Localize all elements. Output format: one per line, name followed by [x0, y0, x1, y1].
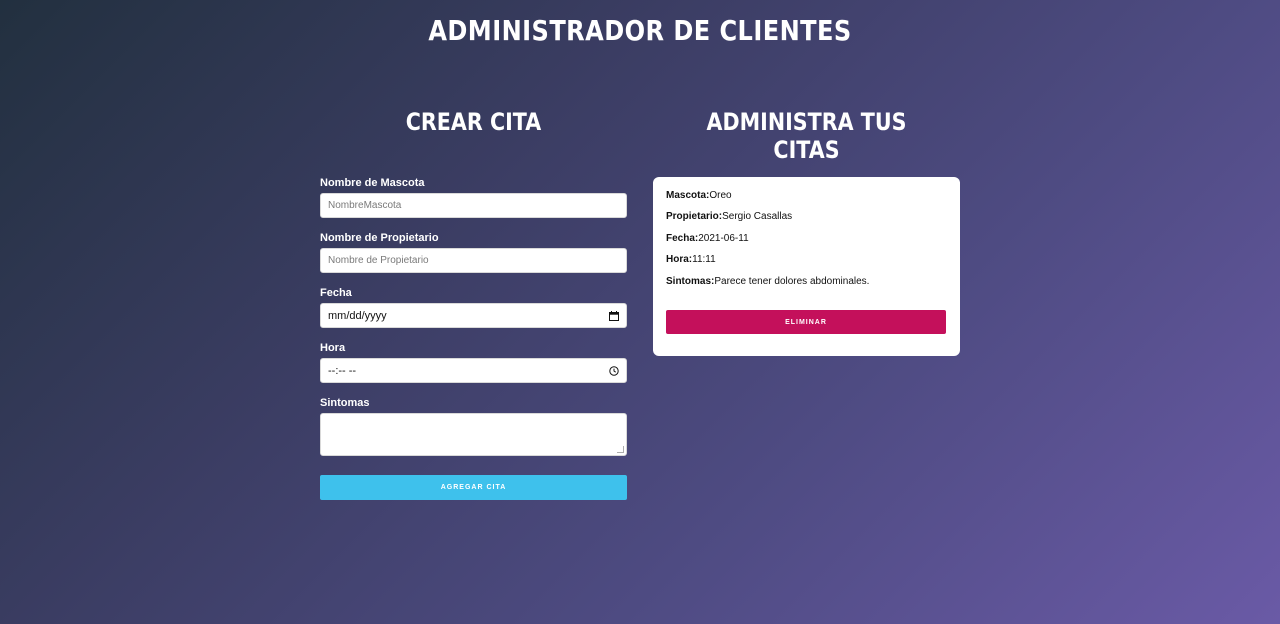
date-value: 2021-06-11 [698, 232, 749, 244]
pet-name-input[interactable]: NombreMascota [320, 193, 627, 218]
add-appointment-button[interactable]: AGREGAR CITA [320, 475, 627, 500]
symptoms-key: Sintomas: [666, 275, 715, 287]
symptoms-value: Parece tener dolores abdominales. [714, 275, 870, 287]
owner-name-label: Nombre de Propietario [320, 232, 439, 244]
time-value: 11:11 [692, 254, 716, 266]
date-label: Fecha [320, 287, 352, 299]
symptoms-row: Sintomas:Parece tener dolores abdominale… [666, 276, 947, 288]
owner-row: Propietario:Sergio Casallas [666, 211, 947, 223]
calendar-icon[interactable] [609, 310, 619, 321]
time-input[interactable]: --:-- -- [320, 358, 627, 383]
owner-name-placeholder: Nombre de Propietario [328, 255, 429, 266]
time-placeholder: --:-- -- [328, 364, 357, 377]
date-key: Fecha: [666, 232, 699, 244]
symptoms-label: Sintomas [320, 397, 370, 409]
pet-row: Mascota:Oreo [666, 190, 947, 202]
time-key: Hora: [666, 254, 693, 266]
pet-key: Mascota: [666, 190, 710, 201]
delete-appointment-button[interactable]: ELIMINAR [666, 310, 946, 334]
pet-name-placeholder: NombreMascota [328, 200, 402, 211]
pet-value: Oreo [709, 190, 732, 201]
owner-name-input[interactable]: Nombre de Propietario [320, 248, 627, 273]
manage-appointments-title: ADMINISTRA TUS CITAS [706, 108, 907, 164]
appointment-form: Nombre de Mascota NombreMascota Nombre d… [320, 172, 627, 500]
resize-grip-icon[interactable] [617, 446, 624, 453]
clock-icon[interactable] [609, 365, 619, 376]
date-placeholder: mm/dd/yyyy [328, 309, 387, 322]
owner-value: Sergio Casallas [722, 211, 793, 223]
appointment-card: Mascota:Oreo Propietario:Sergio Casallas… [653, 177, 960, 356]
date-input[interactable]: mm/dd/yyyy [320, 303, 627, 328]
owner-key: Propietario: [666, 211, 723, 223]
time-label: Hora [320, 342, 346, 354]
date-row: Fecha:2021-06-11 [666, 233, 947, 245]
time-row: Hora:11:11 [666, 254, 947, 266]
pet-name-label: Nombre de Mascota [320, 177, 425, 189]
symptoms-textarea[interactable] [320, 413, 627, 456]
create-appointment-title: CREAR CITA [405, 108, 542, 136]
app-title: ADMINISTRADOR DE CLIENTES [428, 14, 852, 47]
